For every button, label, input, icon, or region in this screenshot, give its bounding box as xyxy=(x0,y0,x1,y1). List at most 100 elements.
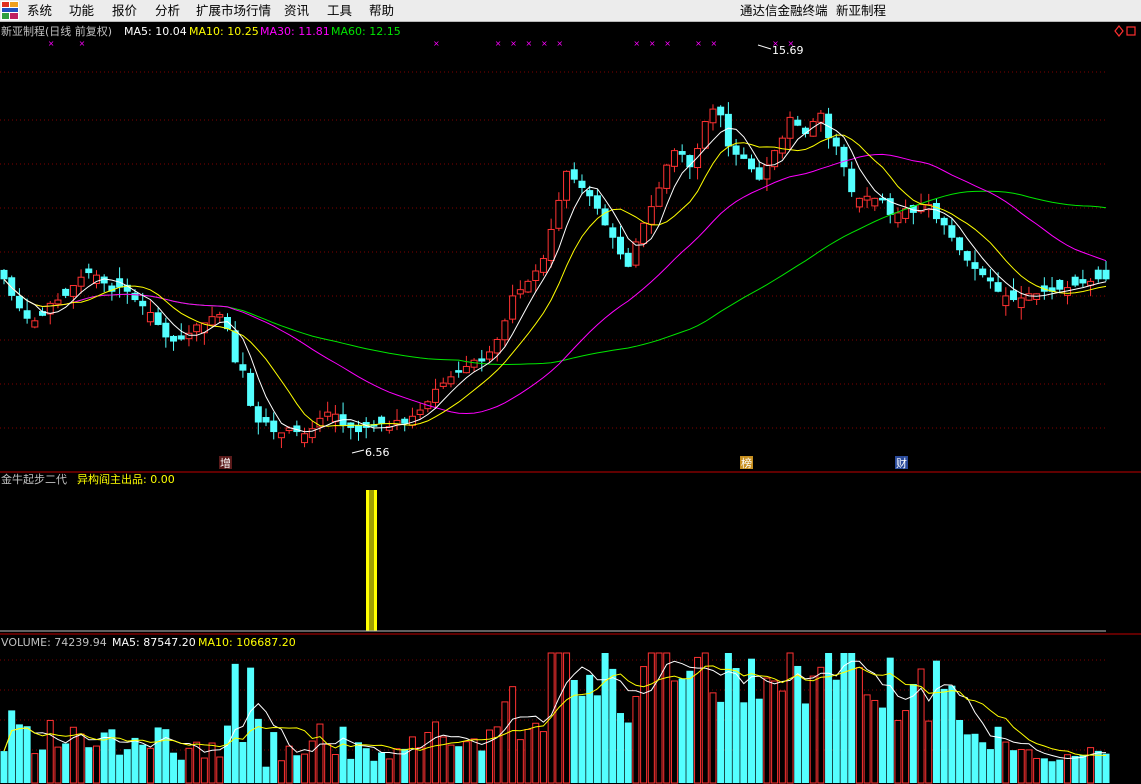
volume-bar xyxy=(77,733,85,784)
candle-body xyxy=(378,416,386,424)
menu-extended-market[interactable]: 扩展市场行情 xyxy=(196,2,271,19)
candle-body xyxy=(1102,269,1110,280)
volume-bar xyxy=(925,720,933,784)
candle-body xyxy=(139,300,147,307)
volume-bar xyxy=(470,738,478,784)
volume-bars xyxy=(0,652,1110,784)
app-logo-icon[interactable] xyxy=(1,1,19,20)
candle-body xyxy=(640,222,648,244)
candle-body xyxy=(539,258,547,273)
candle-body xyxy=(15,295,23,309)
high-price-label: 15.69 xyxy=(772,44,804,57)
signal-marker-icon: × xyxy=(79,39,86,48)
menu-analysis[interactable]: 分析 xyxy=(155,2,180,19)
volume-bar xyxy=(347,758,355,783)
volume-bar xyxy=(778,690,786,784)
menu-tools[interactable]: 工具 xyxy=(327,2,352,19)
candle-body xyxy=(216,314,224,318)
candle-body xyxy=(46,302,54,315)
ma10-label: MA10: 10.25 xyxy=(189,25,259,38)
candle-body xyxy=(971,262,979,269)
volume-bar xyxy=(678,678,686,783)
candle-body xyxy=(840,146,848,168)
volume-bar xyxy=(763,677,771,784)
volume-bar xyxy=(170,752,178,783)
volume-bar xyxy=(655,652,663,784)
candle-body xyxy=(1010,290,1018,301)
candle-body xyxy=(470,359,478,368)
candle-body xyxy=(863,195,871,201)
candle-body xyxy=(8,277,16,296)
ma10-line xyxy=(3,134,1107,427)
volume-bar xyxy=(809,675,817,784)
volume-bar xyxy=(879,707,887,783)
menu-functions[interactable]: 功能 xyxy=(69,2,94,19)
event-badge-finance[interactable]: 财 xyxy=(895,456,908,470)
event-badge-ranking[interactable]: 榜 xyxy=(740,456,753,470)
candle-body xyxy=(478,358,486,362)
volume-bar xyxy=(362,748,370,783)
signal-marker-icon: × xyxy=(48,39,55,48)
candle-body xyxy=(763,164,771,180)
volume-bar xyxy=(154,727,162,783)
candle-body xyxy=(555,199,563,229)
candle-body xyxy=(154,312,162,325)
candle-body xyxy=(701,121,709,149)
candle-body xyxy=(1002,295,1010,307)
indicator-name: 金牛起步二代 xyxy=(1,472,67,486)
candle-body xyxy=(655,187,663,207)
volume-bar xyxy=(408,736,416,784)
volume-bar xyxy=(832,679,840,783)
volume-bar xyxy=(563,652,571,784)
volume-bar xyxy=(786,652,794,784)
volume-bar xyxy=(447,744,455,784)
volume-bar xyxy=(15,724,23,783)
volume-bar xyxy=(717,701,725,783)
candle-body xyxy=(593,195,601,209)
volume-bar xyxy=(640,666,648,784)
volume-bar xyxy=(578,695,586,783)
candle-body xyxy=(855,197,863,208)
volume-bar xyxy=(886,657,894,783)
candle-body xyxy=(678,151,686,155)
volume-bar xyxy=(1071,755,1079,783)
candle-body xyxy=(131,292,139,301)
volume-bar xyxy=(39,749,47,783)
candle-body xyxy=(62,288,70,296)
volume-bar xyxy=(324,743,332,784)
volume-bar xyxy=(963,734,971,783)
candle-body xyxy=(239,364,247,371)
menu-help[interactable]: 帮助 xyxy=(369,2,394,19)
signal-marker-icon: × xyxy=(633,39,640,48)
volume-bar xyxy=(123,749,131,783)
volume-bar xyxy=(801,703,809,783)
volume-bar xyxy=(632,695,640,784)
volume-bar xyxy=(200,757,208,784)
volume-bar xyxy=(909,684,917,783)
volume-bar xyxy=(740,702,748,783)
volume-bar xyxy=(92,745,100,784)
menu-news[interactable]: 资讯 xyxy=(284,2,309,19)
volume-bar xyxy=(532,722,540,784)
candle-body xyxy=(85,268,93,274)
candle-body xyxy=(871,197,879,207)
candle-body xyxy=(624,252,632,267)
volume-bar xyxy=(54,746,62,784)
event-badge-increase[interactable]: 增 xyxy=(219,456,232,470)
stock-chart[interactable]: × × × × × × × × × × × × × × × 新亚制程(日线 前复权) MA5: 10.04 … xyxy=(0,22,1141,784)
candle-body xyxy=(501,320,509,341)
volume-bar xyxy=(478,750,486,783)
candle-body xyxy=(717,106,725,116)
volume-bar xyxy=(516,739,524,784)
menu-system[interactable]: 系统 xyxy=(27,2,52,19)
window-control-icon[interactable] xyxy=(1114,25,1136,38)
menu-quotes[interactable]: 报价 xyxy=(112,2,137,19)
candle-body xyxy=(193,324,201,333)
volume-bar xyxy=(270,732,278,783)
candle-body xyxy=(277,432,285,439)
volume-bar xyxy=(986,749,994,783)
candle-body xyxy=(663,164,671,189)
volume-bar xyxy=(46,719,54,784)
volume-bar xyxy=(316,723,324,784)
candle-body xyxy=(0,269,8,280)
